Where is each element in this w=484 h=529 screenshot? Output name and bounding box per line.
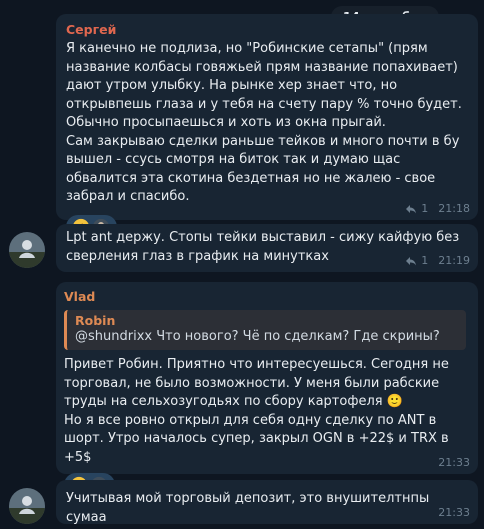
sender-name[interactable]: Сергей [66, 22, 466, 37]
message-bubble-sergey[interactable]: Сергей Я канечно не подлиза, но "Робинск… [56, 14, 478, 239]
message-bubble-vlad[interactable]: Vlad Robin @shundrixx Что нового? Чё по … [56, 282, 478, 497]
message-time: 21:33 [438, 456, 470, 469]
message-time: 21:19 [438, 254, 470, 267]
reply-count[interactable]: 1 [421, 254, 428, 267]
message-meta: 1 21:19 [405, 254, 470, 267]
message-meta: 1 21:18 [405, 202, 470, 215]
message-time: 21:18 [438, 202, 470, 215]
avatar-photo-icon [9, 488, 45, 524]
reply-quote[interactable]: Robin @shundrixx Что нового? Чё по сделк… [64, 310, 466, 350]
avatar[interactable] [9, 232, 45, 268]
message-bubble[interactable]: Lpt ant держу. Стопы тейки выставил - си… [56, 224, 478, 272]
message-text: Учитывая мой торговый депозит, это внуши… [66, 491, 430, 525]
message-meta: 21:33 [438, 506, 470, 519]
message-text: Привет Робин. Приятно что интересуешься.… [64, 357, 449, 465]
message-meta: 21:33 [438, 456, 470, 469]
reply-count[interactable]: 1 [421, 202, 428, 215]
avatar-photo-icon [9, 232, 45, 268]
message-bubble[interactable]: Учитывая мой торговый депозит, это внуши… [56, 480, 478, 525]
quote-author: Robin [75, 313, 116, 328]
avatar[interactable] [9, 488, 45, 524]
sender-name[interactable]: Vlad [64, 289, 466, 304]
reply-icon[interactable] [405, 256, 417, 266]
message-text: Я канечно не подлиза, но "Робинские сета… [66, 41, 462, 204]
message-time: 21:33 [438, 506, 470, 519]
quote-text: @shundrixx Что нового? Чё по сделкам? Гд… [75, 329, 440, 344]
reply-icon[interactable] [405, 204, 417, 214]
